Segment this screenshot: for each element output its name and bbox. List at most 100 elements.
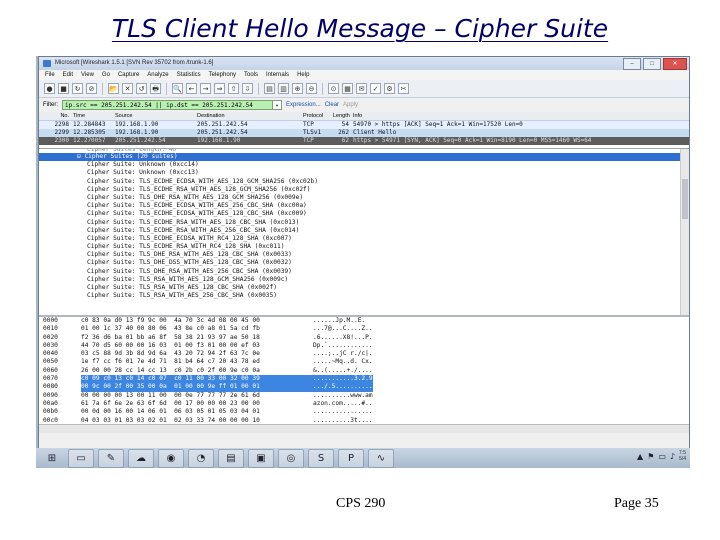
window-titlebar[interactable]: Microsoft [Wireshark 1.5.1 [SVN Rev 3570…	[39, 57, 689, 70]
toolbar-icon-8[interactable]: 🔍	[172, 83, 183, 94]
menu-capture[interactable]: Capture	[118, 70, 139, 80]
cipher-suite-item[interactable]: Cipher Suite: TLS_ECDHE_ECDSA_WITH_AES_1…	[39, 210, 689, 218]
filter-dropdown-icon[interactable]: ▾	[272, 101, 281, 109]
hex-row[interactable]: 0050 1e f7 cc f6 01 7e 4d 71 81 b4 64 c7 …	[39, 358, 689, 366]
packet-row[interactable]: 2300 12.270057 205.251.242.54 192.168.1.90 T…	[39, 137, 689, 145]
detail-cipher-suites-node[interactable]: ⊟ Cipher Suites (20 suites)	[39, 153, 689, 162]
hex-row[interactable]: 0030 44 70 d5 60 00 00 16 03 01 00 f3 01 …	[39, 342, 689, 350]
menu-go[interactable]: Go	[102, 70, 110, 80]
taskbar-app-2[interactable]: ☁	[128, 448, 154, 468]
toolbar-icon-23[interactable]: ✂	[398, 83, 409, 94]
cipher-suite-item[interactable]: Cipher Suite: Unknown (0xcc14)	[39, 161, 689, 169]
packet-row[interactable]: 2299 12.285305 192.168.1.90 205.251.242.54 T…	[39, 129, 689, 137]
start-button[interactable]: ⊞	[40, 450, 64, 467]
tray-icon-3[interactable]: ♪	[670, 452, 675, 461]
column-header-source[interactable]: Source	[115, 112, 197, 120]
toolbar-icon-20[interactable]: ✉	[356, 83, 367, 94]
menu-help[interactable]: Help	[297, 70, 309, 80]
cipher-suite-item[interactable]: Cipher Suite: TLS_ECDHE_ECDSA_WITH_RC4_1…	[39, 235, 689, 243]
toolbar-icon-4[interactable]: 📂	[108, 83, 119, 94]
apply-button[interactable]: Apply	[343, 102, 358, 108]
toolbar-icon-14[interactable]: ▤	[264, 83, 275, 94]
clear-button[interactable]: Clear	[325, 102, 339, 108]
taskbar-app-10[interactable]: ∿	[368, 448, 394, 468]
toolbar-icon-21[interactable]: ✓	[370, 83, 381, 94]
toolbar-icon-3[interactable]: ⊘	[86, 83, 97, 94]
toolbar-icon-9[interactable]: ←	[186, 83, 197, 94]
column-header-time[interactable]: Time	[73, 112, 115, 120]
hex-row[interactable]: 0090 00 00 00 00 13 00 11 00 00 0e 77 77 …	[39, 392, 689, 400]
hex-row[interactable]: 0070 c0 09 c0 13 c0 14 c0 07 c0 11 00 33 …	[39, 375, 689, 384]
toolbar-icon-22[interactable]: ⚙	[384, 83, 395, 94]
cipher-suite-item[interactable]: Cipher Suite: TLS_DHE_DSS_WITH_AES_128_C…	[39, 259, 689, 267]
detail-scrollbar-thumb[interactable]	[682, 179, 688, 219]
cipher-suite-item[interactable]: Cipher Suite: TLS_ECDHE_RSA_WITH_AES_128…	[39, 219, 689, 227]
cipher-suite-item[interactable]: Cipher Suite: TLS_RSA_WITH_AES_128_CBC_S…	[39, 284, 689, 292]
tray-icon-1[interactable]: ⚑	[647, 452, 654, 461]
tray-icon-2[interactable]: ▭	[658, 452, 666, 461]
column-header-length[interactable]: Length	[333, 112, 353, 120]
column-header-protocol[interactable]: Protocol	[303, 112, 333, 120]
toolbar-icon-5[interactable]: ✕	[122, 83, 133, 94]
column-header-info[interactable]: Info	[353, 112, 689, 120]
cipher-suite-item[interactable]: Cipher Suite: TLS_DHE_RSA_WITH_AES_256_C…	[39, 268, 689, 276]
toolbar-icon-7[interactable]: 🖶	[150, 83, 161, 94]
expression-button[interactable]: Expression...	[286, 102, 321, 108]
column-header-no[interactable]: No.	[39, 112, 73, 120]
hex-row[interactable]: 0040 03 c5 88 9d 3b 8d 9d 6a 43 20 72 94 …	[39, 350, 689, 358]
taskbar-app-8[interactable]: S	[308, 448, 334, 468]
taskbar-app-4[interactable]: ◔	[188, 448, 214, 468]
cipher-suite-item[interactable]: Cipher Suite: TLS_DHE_RSA_WITH_AES_128_G…	[39, 194, 689, 202]
cipher-suite-item[interactable]: Cipher Suite: TLS_ECDHE_RSA_WITH_RC4_128…	[39, 243, 689, 251]
cipher-suite-item[interactable]: Cipher Suite: TLS_RSA_WITH_AES_256_CBC_S…	[39, 292, 689, 300]
cipher-suite-item[interactable]: Cipher Suite: TLS_ECDHE_RSA_WITH_AES_128…	[39, 186, 689, 194]
toolbar-icon-1[interactable]: ■	[58, 83, 69, 94]
hex-row[interactable]: 00b0 00 0d 00 16 00 14 06 01 06 03 05 01 …	[39, 408, 689, 416]
taskbar-app-5[interactable]: ▤	[218, 448, 244, 468]
toolbar-icon-13[interactable]: ⇩	[242, 83, 253, 94]
taskbar-app-6[interactable]: ▣	[248, 448, 274, 468]
detail-scrollbar[interactable]	[680, 149, 689, 315]
toolbar-icon-11[interactable]: ⇒	[214, 83, 225, 94]
cipher-suite-item[interactable]: Cipher Suite: TLS_DHE_RSA_WITH_AES_128_C…	[39, 251, 689, 259]
toolbar-icon-19[interactable]: ▦	[342, 83, 353, 94]
cipher-suite-item[interactable]: Cipher Suite: TLS_ECDHE_ECDSA_WITH_AES_1…	[39, 178, 689, 186]
menu-statistics[interactable]: Statistics	[177, 70, 201, 80]
hex-row[interactable]: 0060 26 00 00 28 cc 14 cc 13 c0 2b c0 2f …	[39, 367, 689, 375]
toolbar-icon-18[interactable]: ⊙	[328, 83, 339, 94]
toolbar-icon-15[interactable]: ▥	[278, 83, 289, 94]
menu-edit[interactable]: Edit	[63, 70, 73, 80]
menu-telephony[interactable]: Telephony	[209, 70, 236, 80]
column-header-destination[interactable]: Destination	[197, 112, 303, 120]
cipher-suite-item[interactable]: Cipher Suite: TLS_ECDHE_RSA_WITH_AES_256…	[39, 227, 689, 235]
taskbar-app-0[interactable]: ▭	[68, 448, 94, 468]
taskbar-app-3[interactable]: ◉	[158, 448, 184, 468]
menu-internals[interactable]: Internals	[266, 70, 289, 80]
taskbar-app-1[interactable]: ✎	[98, 448, 124, 468]
hex-row[interactable]: 0010 01 00 1c 37 40 00 80 06 43 8e c0 a8 …	[39, 325, 689, 333]
maximize-button[interactable]: □	[643, 58, 661, 70]
menu-tools[interactable]: Tools	[244, 70, 258, 80]
hex-row[interactable]: 0000 c0 83 0a d0 13 f9 9c 00 4a 70 3c 4d …	[39, 317, 689, 325]
menu-analyze[interactable]: Analyze	[147, 70, 168, 80]
toolbar-icon-10[interactable]: →	[200, 83, 211, 94]
cipher-suite-item[interactable]: Cipher Suite: TLS_ECDHE_ECDSA_WITH_AES_2…	[39, 202, 689, 210]
toolbar-icon-6[interactable]: ↺	[136, 83, 147, 94]
menu-view[interactable]: View	[81, 70, 94, 80]
tray-icon-0[interactable]: ▲	[637, 452, 643, 461]
cipher-suite-item[interactable]: Cipher Suite: TLS_RSA_WITH_AES_128_GCM_S…	[39, 276, 689, 284]
hex-row[interactable]: 00a0 61 7a 6f 6e 2e 63 6f 6d 00 17 00 00 …	[39, 400, 689, 408]
taskbar-app-7[interactable]: ◎	[278, 448, 304, 468]
menu-file[interactable]: File	[45, 70, 55, 80]
toolbar-icon-16[interactable]: ⊕	[292, 83, 303, 94]
close-button[interactable]: ✕	[663, 58, 687, 70]
packet-row[interactable]: 2298 12.284843 192.168.1.90 205.251.242.54 T…	[39, 121, 689, 129]
toolbar-icon-12[interactable]: ⇧	[228, 83, 239, 94]
hex-row[interactable]: 0080 00 9c 00 2f 00 35 00 0a 01 00 00 9e …	[39, 383, 689, 392]
taskbar-app-9[interactable]: P	[338, 448, 364, 468]
toolbar-icon-0[interactable]: ●	[44, 83, 55, 94]
hex-row[interactable]: 0020 f2 36 d6 ba 01 bb a6 8f 58 38 21 93 …	[39, 334, 689, 342]
toolbar-icon-2[interactable]: ↻	[72, 83, 83, 94]
display-filter-input[interactable]: ip.src == 205.251.242.54 || ip.dst == 20…	[62, 100, 282, 110]
toolbar-icon-17[interactable]: ⊖	[306, 83, 317, 94]
